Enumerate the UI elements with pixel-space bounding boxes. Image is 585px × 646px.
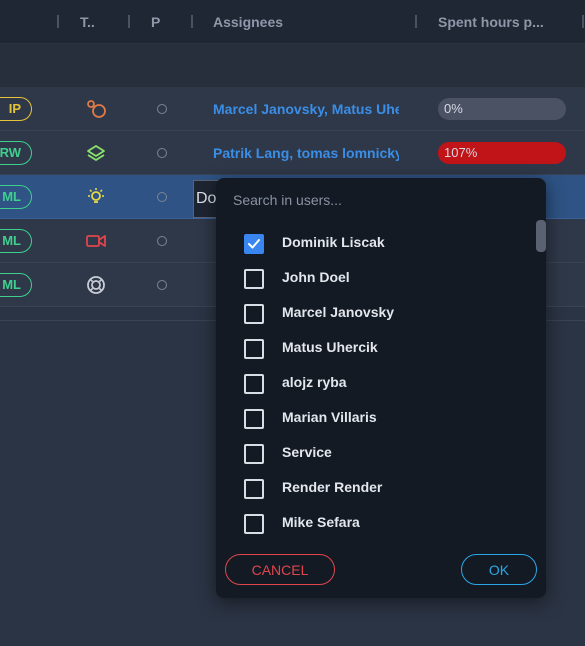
user-label: John Doel — [282, 269, 350, 285]
assignees-cell[interactable]: Marcel Janovsky, Matus Uhercik — [213, 87, 399, 131]
column-separator[interactable] — [57, 15, 59, 28]
table-row[interactable]: IP Marcel Janovsky, Matus Uhercik 0% — [0, 87, 585, 131]
filter-row — [0, 44, 585, 87]
list-item[interactable]: John Doel — [216, 260, 536, 295]
column-separator[interactable] — [191, 15, 193, 28]
status-badge: ML — [0, 273, 32, 297]
layers-icon — [87, 145, 105, 161]
user-label: Mike Sefara — [282, 514, 360, 530]
git-merge-icon — [87, 100, 106, 118]
priority-indicator — [157, 104, 167, 114]
priority-indicator — [157, 148, 167, 158]
checkbox[interactable] — [244, 409, 264, 429]
checkbox[interactable] — [244, 514, 264, 534]
checkbox[interactable] — [244, 374, 264, 394]
spent-hours-progress: 107% — [438, 142, 566, 164]
user-label: Marian Villaris — [282, 409, 377, 425]
column-header-type[interactable]: T.. — [80, 0, 95, 44]
status-badge: RW — [0, 141, 32, 165]
user-label: Service — [282, 444, 332, 460]
list-item[interactable]: Service — [216, 435, 536, 470]
list-item[interactable]: alojz ryba — [216, 365, 536, 400]
checkbox[interactable] — [244, 339, 264, 359]
ok-button[interactable]: OK — [461, 554, 537, 585]
checkmark-icon — [248, 239, 260, 249]
list-item[interactable]: Matus Uhercik — [216, 330, 536, 365]
checkbox[interactable] — [244, 479, 264, 499]
user-label: Render Render — [282, 479, 383, 495]
status-badge: ML — [0, 229, 32, 253]
column-header-spent-hours[interactable]: Spent hours p... — [438, 0, 544, 44]
checkbox[interactable] — [244, 444, 264, 464]
cancel-button[interactable]: CANCEL — [225, 554, 335, 585]
status-badge: IP — [0, 97, 32, 121]
column-header-priority[interactable]: P — [151, 0, 160, 44]
checkbox[interactable] — [244, 269, 264, 289]
table-header: T.. P Assignees Spent hours p... — [0, 0, 585, 44]
list-item[interactable]: Dominik Liscak — [216, 225, 536, 260]
bulb-icon — [88, 188, 104, 203]
column-separator[interactable] — [415, 15, 417, 28]
priority-indicator — [157, 280, 167, 290]
assignees-cell[interactable]: Patrik Lang, tomas lomnicky — [213, 131, 399, 175]
list-item[interactable]: Marcel Janovsky — [216, 295, 536, 330]
checkbox-checked[interactable] — [244, 234, 264, 254]
user-label: Dominik Liscak — [282, 234, 385, 250]
spent-hours-progress: 0% — [438, 98, 566, 120]
column-header-assignees[interactable]: Assignees — [213, 0, 283, 44]
list-item[interactable]: Render Render — [216, 470, 536, 505]
video-camera-icon — [86, 235, 106, 247]
list-item[interactable]: Marian Villaris — [216, 400, 536, 435]
settings-ring-icon — [87, 276, 105, 294]
column-separator[interactable] — [128, 15, 130, 28]
search-users-input[interactable] — [233, 190, 523, 210]
user-label: Marcel Janovsky — [282, 304, 395, 320]
user-label: Matus Uhercik — [282, 339, 378, 355]
assignee-dropdown: Dominik Liscak John Doel Marcel Janovsky… — [216, 178, 546, 598]
list-item[interactable]: Mike Sefara — [216, 505, 536, 540]
scrollbar-thumb[interactable] — [536, 220, 546, 252]
column-separator[interactable] — [582, 15, 584, 28]
priority-indicator — [157, 192, 167, 202]
checkbox[interactable] — [244, 304, 264, 324]
status-badge: ML — [0, 185, 32, 209]
user-label: alojz ryba — [282, 374, 347, 390]
table-row[interactable]: RW Patrik Lang, tomas lomnicky 107% — [0, 131, 585, 175]
priority-indicator — [157, 236, 167, 246]
